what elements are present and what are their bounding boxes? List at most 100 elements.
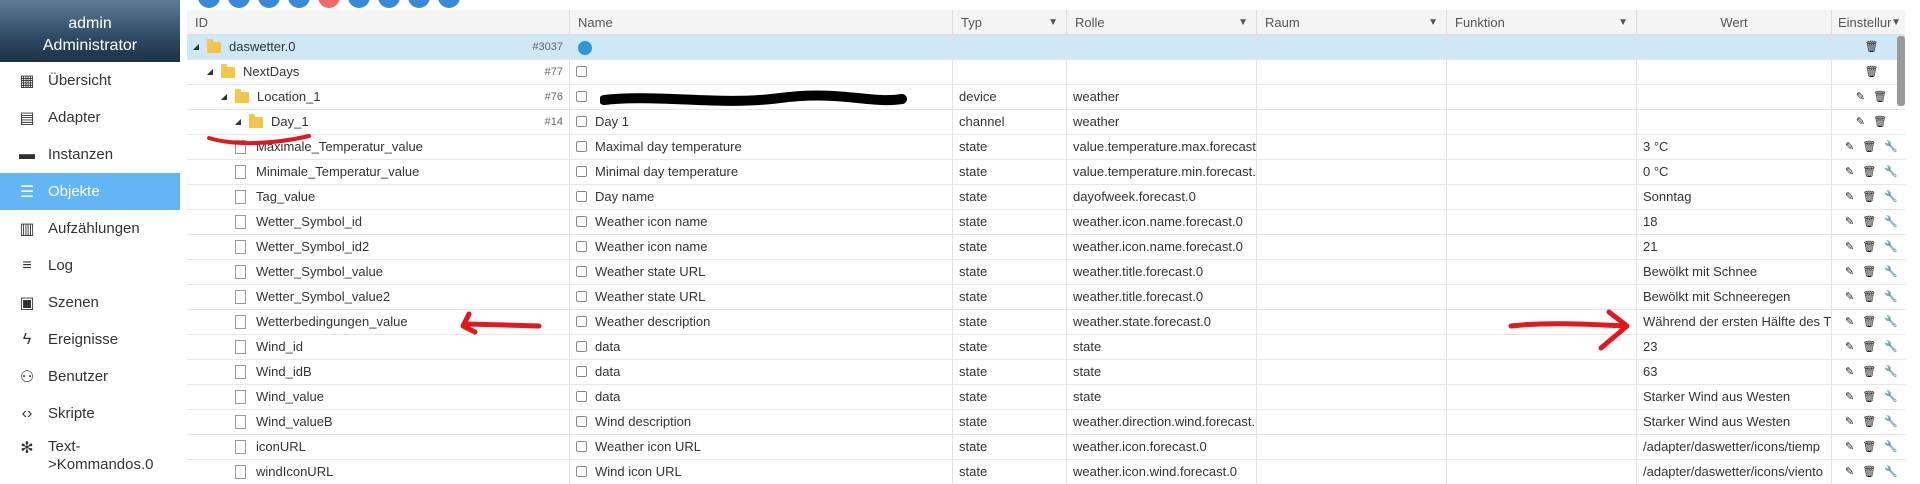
trash-icon[interactable]: 🗑 — [1873, 110, 1887, 134]
cell-funktion[interactable] — [1447, 35, 1637, 59]
cell-typ[interactable]: state — [953, 185, 1067, 209]
cell-wert[interactable]: Starker Wind aus Westen — [1637, 410, 1832, 434]
cell-raum[interactable] — [1257, 85, 1447, 109]
cell-typ[interactable]: state — [953, 160, 1067, 184]
column-rolle[interactable]: Rolle ▼ — [1067, 10, 1257, 34]
cell-wert[interactable]: 23 — [1637, 335, 1832, 359]
cell-typ[interactable]: state — [953, 335, 1067, 359]
cell-id[interactable]: Wetter_Symbol_value2 — [187, 285, 570, 309]
cell-raum[interactable] — [1257, 435, 1447, 459]
cell-typ[interactable]: state — [953, 410, 1067, 434]
cell-name[interactable]: Minimal day temperature — [570, 160, 953, 184]
cell-funktion[interactable] — [1447, 435, 1637, 459]
cell-raum[interactable] — [1257, 360, 1447, 384]
cell-typ[interactable]: state — [953, 210, 1067, 234]
cell-id[interactable]: iconURL — [187, 435, 570, 459]
sidebar-item-ereignisse[interactable]: ϟ Ereignisse — [0, 321, 180, 358]
cell-id[interactable]: Wind_idB — [187, 360, 570, 384]
table-row[interactable]: Wind_value data state state Starker Wind aus… — [187, 385, 1905, 410]
table-row[interactable]: Minimale_Temperatur_value Minimal day tem… — [187, 160, 1905, 185]
edit-icon[interactable]: ✎ — [1845, 360, 1854, 384]
cell-name[interactable]: Weather description — [570, 310, 953, 334]
cell-name[interactable]: Maximal day temperature — [570, 135, 953, 159]
column-typ[interactable]: Typ ▼ — [953, 10, 1067, 34]
cell-typ[interactable]: channel — [953, 110, 1067, 134]
cell-typ[interactable]: state — [953, 435, 1067, 459]
column-einstellungen[interactable]: Einstellur ▼ — [1832, 10, 1905, 34]
cell-id[interactable]: Wetter_Symbol_id — [187, 210, 570, 234]
cell-wert[interactable]: Sonntag — [1637, 185, 1832, 209]
cell-typ[interactable]: device — [953, 85, 1067, 109]
sidebar-item-aufzählungen[interactable]: ▥ Aufzählungen — [0, 210, 180, 247]
trash-icon[interactable]: 🗑 — [1862, 360, 1876, 384]
cell-name[interactable] — [570, 35, 953, 59]
trash-icon[interactable]: 🗑 — [1862, 285, 1876, 309]
edit-icon[interactable]: ✎ — [1856, 110, 1865, 134]
edit-icon[interactable]: ✎ — [1845, 160, 1854, 184]
table-row[interactable]: Wetter_Symbol_value Weather state URL stat… — [187, 260, 1905, 285]
cell-rolle[interactable]: weather.direction.wind.forecast.( — [1067, 410, 1257, 434]
cell-name[interactable] — [570, 85, 953, 109]
cell-funktion[interactable] — [1447, 85, 1637, 109]
table-row[interactable]: iconURL Weather icon URL state weather.icon… — [187, 435, 1905, 460]
cell-rolle[interactable] — [1067, 35, 1257, 59]
sidebar-item-objekte[interactable]: ☰ Objekte — [0, 173, 180, 210]
cell-id[interactable]: Wind_value — [187, 385, 570, 409]
column-name[interactable]: Name — [570, 10, 953, 34]
cell-raum[interactable] — [1257, 185, 1447, 209]
cell-funktion[interactable] — [1447, 260, 1637, 284]
table-row[interactable]: Wetter_Symbol_id Weather icon name state we… — [187, 210, 1905, 235]
edit-icon[interactable]: ✎ — [1845, 435, 1854, 459]
cell-raum[interactable] — [1257, 135, 1447, 159]
toolbar-button[interactable] — [378, 0, 400, 8]
cell-wert[interactable]: 21 — [1637, 235, 1832, 259]
table-row[interactable]: Wetter_Symbol_id2 Weather icon name state w… — [187, 235, 1905, 260]
chevron-down-icon[interactable]: ▼ — [1618, 10, 1628, 34]
cell-rolle[interactable]: weather — [1067, 110, 1257, 134]
cell-wert[interactable]: Während der ersten Hälfte des T — [1637, 310, 1832, 334]
trash-icon[interactable]: 🗑 — [1862, 260, 1876, 284]
sidebar-item-adapter[interactable]: ▤ Adapter — [0, 99, 180, 136]
chevron-down-icon[interactable]: ▼ — [1048, 10, 1058, 34]
cell-typ[interactable]: state — [953, 285, 1067, 309]
cell-wert[interactable]: /adapter/daswetter/icons/tiemp — [1637, 435, 1832, 459]
trash-icon[interactable]: 🗑 — [1873, 85, 1887, 109]
expand-toggle-icon[interactable]: ◢ — [219, 85, 229, 109]
cell-rolle[interactable]: weather.icon.name.forecast.0 — [1067, 210, 1257, 234]
wrench-icon[interactable]: 🔧 — [1884, 185, 1898, 209]
table-row[interactable]: Wetter_Symbol_value2 Weather state URL sta… — [187, 285, 1905, 310]
cell-funktion[interactable] — [1447, 110, 1637, 134]
cell-funktion[interactable] — [1447, 335, 1637, 359]
wrench-icon[interactable]: 🔧 — [1884, 285, 1898, 309]
cell-rolle[interactable]: weather — [1067, 85, 1257, 109]
wrench-icon[interactable]: 🔧 — [1884, 435, 1898, 459]
cell-funktion[interactable] — [1447, 135, 1637, 159]
cell-wert[interactable]: Bewölkt mit Schneeregen — [1637, 285, 1832, 309]
cell-rolle[interactable] — [1067, 60, 1257, 84]
trash-icon[interactable]: 🗑 — [1862, 410, 1876, 434]
chevron-down-icon[interactable]: ▼ — [1891, 10, 1901, 34]
sidebar-item-instanzen[interactable]: ▬ Instanzen — [0, 136, 180, 173]
cell-id[interactable]: windIconURL — [187, 460, 570, 484]
sidebar-item-log[interactable]: ≡ Log — [0, 247, 180, 284]
column-funktion[interactable]: Funktion ▼ — [1447, 10, 1637, 34]
edit-icon[interactable]: ✎ — [1845, 210, 1854, 234]
cell-typ[interactable]: state — [953, 135, 1067, 159]
cell-name[interactable]: Weather state URL — [570, 260, 953, 284]
expand-toggle-icon[interactable]: ◢ — [191, 35, 201, 59]
cell-id[interactable]: ◢ NextDays #77 — [187, 60, 570, 84]
cell-wert[interactable] — [1637, 35, 1832, 59]
cell-typ[interactable]: state — [953, 260, 1067, 284]
cell-funktion[interactable] — [1447, 360, 1637, 384]
cell-funktion[interactable] — [1447, 210, 1637, 234]
toolbar-button[interactable] — [258, 0, 280, 8]
cell-wert[interactable]: Starker Wind aus Westen — [1637, 385, 1832, 409]
cell-wert[interactable]: 18 — [1637, 210, 1832, 234]
cell-name[interactable]: Weather icon URL — [570, 435, 953, 459]
sidebar-item-szenen[interactable]: ▣ Szenen — [0, 284, 180, 321]
cell-rolle[interactable]: weather.icon.forecast.0 — [1067, 435, 1257, 459]
cell-id[interactable]: Maximale_Temperatur_value — [187, 135, 570, 159]
cell-funktion[interactable] — [1447, 235, 1637, 259]
wrench-icon[interactable]: 🔧 — [1884, 135, 1898, 159]
cell-raum[interactable] — [1257, 235, 1447, 259]
